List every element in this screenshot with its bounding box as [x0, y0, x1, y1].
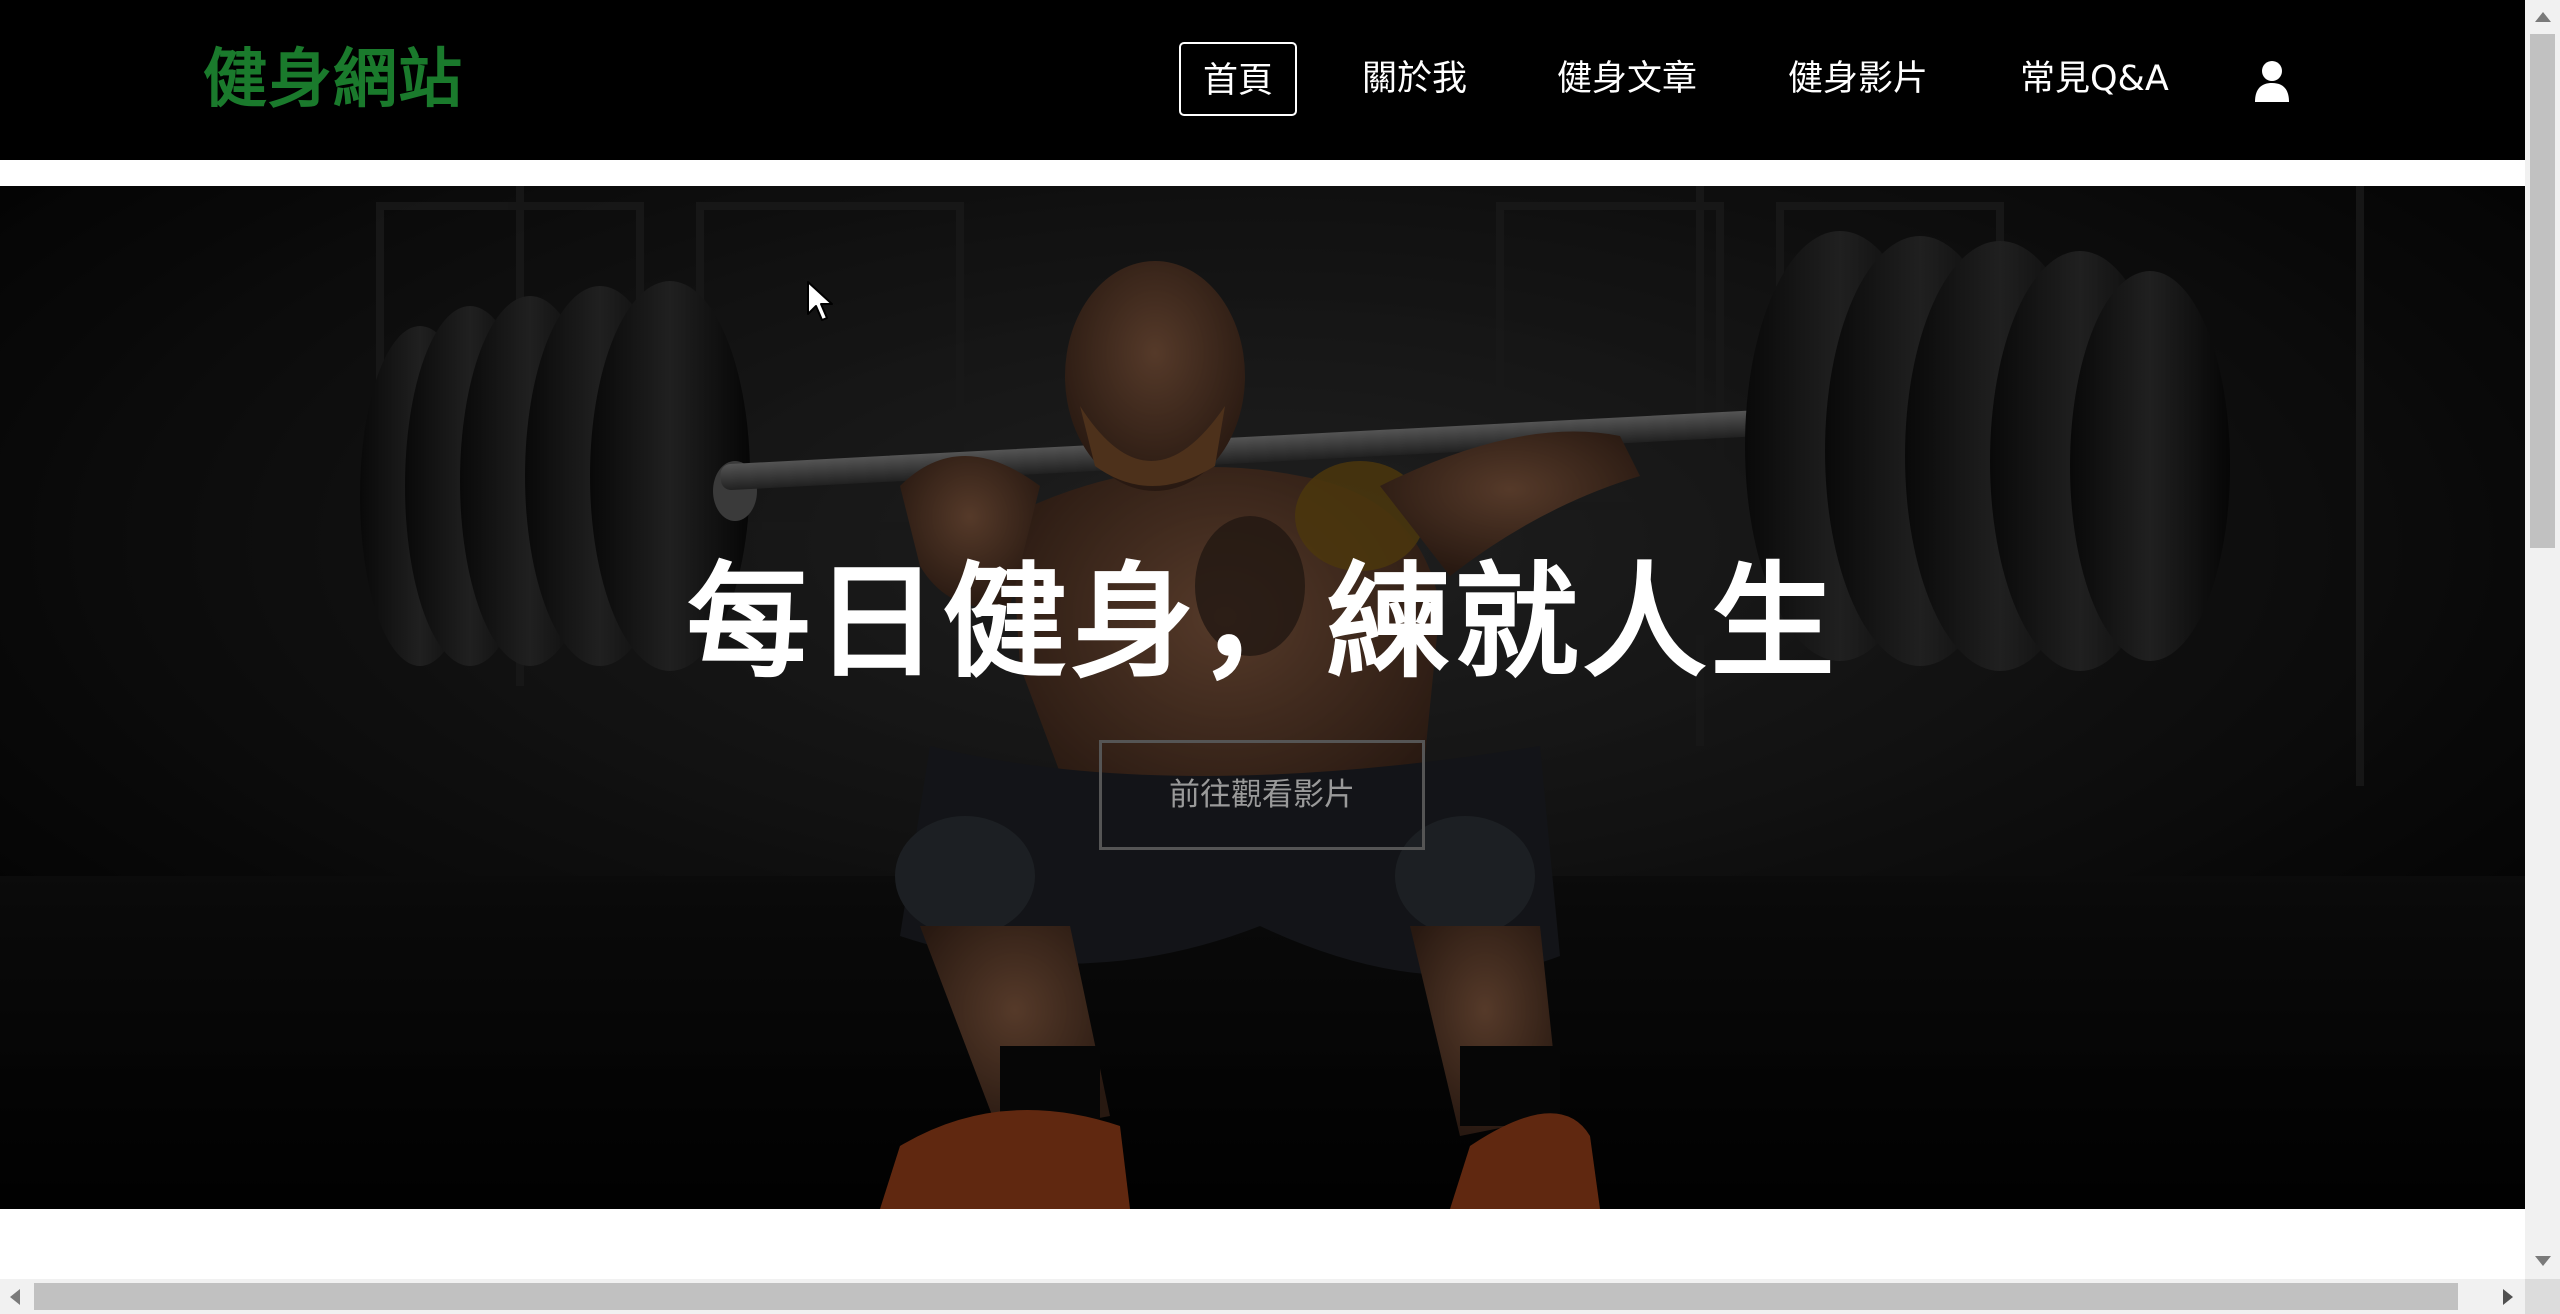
header-spacer — [0, 160, 2525, 186]
hero-title: 每日健身，練就人生 — [686, 551, 1839, 695]
scroll-up-icon[interactable] — [2535, 12, 2551, 22]
watch-videos-button[interactable]: 前往觀看影片 — [1099, 740, 1425, 850]
scroll-down-icon[interactable] — [2535, 1256, 2551, 1266]
nav-articles[interactable]: 健身文章 — [1557, 42, 1697, 116]
scroll-right-icon[interactable] — [2503, 1289, 2513, 1305]
scrollbar-corner — [2525, 1279, 2560, 1314]
horizontal-scroll-thumb[interactable] — [34, 1283, 2458, 1310]
nav-videos[interactable]: 健身影片 — [1788, 42, 1928, 116]
user-icon[interactable] — [2254, 60, 2290, 102]
horizontal-scrollbar[interactable] — [0, 1279, 2525, 1314]
hero-banner: 每日健身，練就人生 前往觀看影片 — [0, 186, 2525, 1209]
navbar: 健身網站 首頁 關於我 健身文章 健身影片 常見Q&A — [0, 0, 2525, 160]
site-logo[interactable]: 健身網站 — [203, 38, 463, 122]
nav-faq[interactable]: 常見Q&A — [2020, 42, 2169, 116]
scroll-left-icon[interactable] — [10, 1289, 20, 1305]
nav-about[interactable]: 關於我 — [1362, 42, 1467, 116]
mouse-cursor-icon — [807, 281, 833, 321]
nav-home[interactable]: 首頁 — [1179, 42, 1298, 116]
vertical-scrollbar[interactable] — [2525, 0, 2560, 1279]
vertical-scroll-thumb[interactable] — [2530, 34, 2555, 548]
